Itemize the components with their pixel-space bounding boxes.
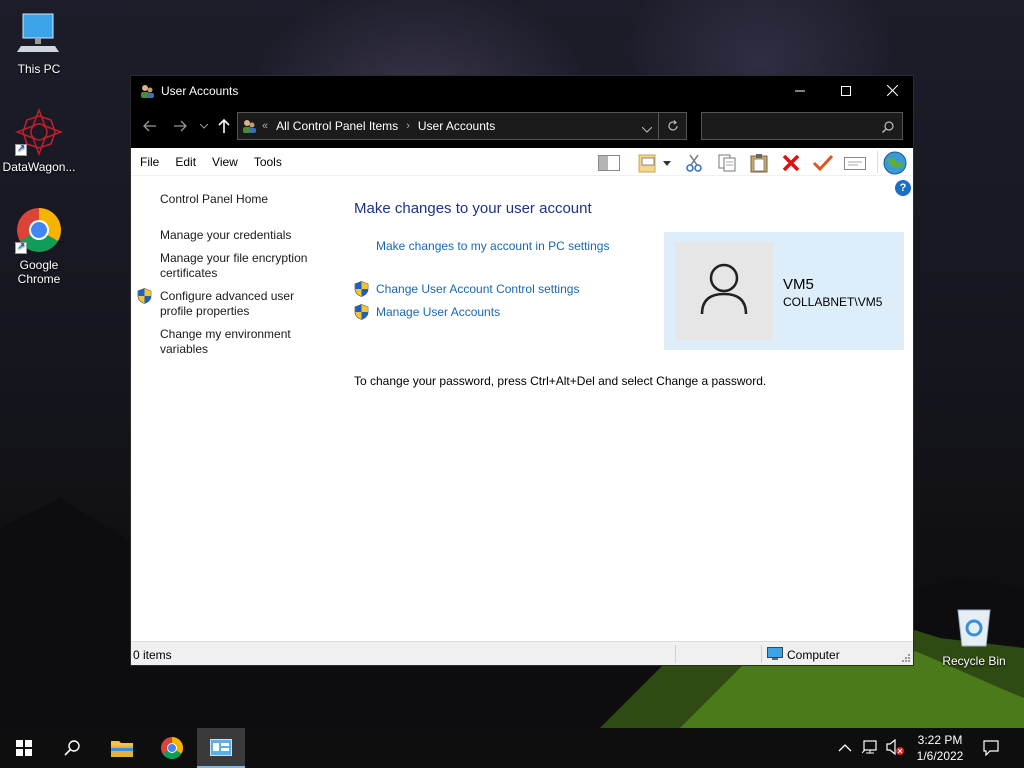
user-accounts-icon — [243, 120, 256, 133]
forward-button[interactable] — [169, 115, 191, 137]
user-name: VM5 — [783, 276, 814, 293]
computer-icon — [15, 10, 63, 58]
configure-profile-properties-link[interactable]: Configure advanced user profile properti… — [160, 289, 330, 319]
rename-icon[interactable] — [844, 152, 866, 174]
desktop-icon-google-chrome[interactable]: Google Chrome — [1, 206, 77, 286]
breadcrumb-chevron-icon[interactable]: › — [406, 120, 410, 132]
manage-credentials-link[interactable]: Manage your credentials — [160, 228, 330, 243]
address-dropdown-button[interactable] — [641, 122, 653, 136]
help-icon[interactable]: ? — [895, 180, 911, 196]
uac-shield-icon — [354, 304, 369, 320]
paste-icon[interactable] — [748, 152, 770, 174]
search-input[interactable] — [701, 112, 903, 140]
uac-settings-link[interactable]: Change User Account Control settings — [376, 282, 579, 296]
search-icon — [64, 740, 80, 756]
network-icon[interactable] — [861, 739, 880, 758]
desktop-icon-this-pc[interactable]: This PC — [1, 10, 77, 76]
taskbar-file-explorer[interactable] — [98, 728, 146, 768]
menu-tools[interactable]: Tools — [246, 155, 290, 169]
address-bar[interactable]: « All Control Panel Items › User Account… — [237, 112, 687, 140]
windows-logo-icon — [16, 740, 32, 756]
manage-user-accounts-link[interactable]: Manage User Accounts — [376, 305, 500, 319]
notifications-icon[interactable] — [983, 740, 999, 759]
uac-shield-icon — [354, 281, 369, 297]
desktop-icon-label: Google Chrome — [17, 258, 61, 286]
avatar — [675, 242, 773, 340]
control-panel-icon — [210, 739, 232, 756]
back-button[interactable] — [139, 115, 161, 137]
datawagon-icon — [14, 107, 64, 157]
maximize-button[interactable] — [823, 76, 869, 105]
shortcut-arrow-icon — [15, 142, 27, 156]
clock-date: 1/6/2022 — [916, 749, 964, 763]
pc-settings-link[interactable]: Make changes to my account in PC setting… — [376, 239, 609, 253]
computer-icon — [767, 647, 783, 660]
menu-bar: File Edit View Tools — [131, 148, 913, 176]
desktop-icon-label: This PC — [17, 62, 61, 76]
globe-icon[interactable] — [882, 151, 908, 175]
start-button[interactable] — [0, 728, 48, 768]
taskbar-user-accounts[interactable] — [197, 728, 245, 768]
resize-grip-icon[interactable] — [901, 653, 911, 663]
manage-encryption-certificates-link[interactable]: Manage your file encryption certificates — [160, 251, 330, 281]
uac-shield-icon — [137, 288, 152, 304]
change-view-icon[interactable] — [636, 152, 658, 174]
properties-check-icon[interactable] — [812, 152, 834, 174]
toolbar-divider — [877, 151, 878, 173]
user-accounts-window: User Accounts « All Control Panel Items … — [130, 75, 914, 666]
status-bar: 0 items Computer — [131, 641, 913, 665]
location-label: Computer — [787, 648, 840, 662]
status-divider — [675, 645, 676, 663]
item-count: 0 items — [133, 648, 172, 662]
recycle-bin-icon — [950, 602, 998, 650]
taskbar: 3:22 PM 1/6/2022 — [0, 728, 1024, 768]
volume-muted-icon[interactable] — [886, 738, 904, 758]
refresh-button[interactable] — [658, 113, 686, 139]
user-silhouette-icon — [700, 263, 748, 315]
breadcrumb-control-panel-items[interactable]: All Control Panel Items — [276, 119, 398, 133]
desktop-icon-label: DataWagon... — [2, 160, 76, 174]
search-button[interactable] — [48, 728, 96, 768]
show-hidden-icons-chevron-icon[interactable] — [838, 740, 852, 755]
window-title: User Accounts — [161, 83, 239, 98]
taskbar-chrome[interactable] — [148, 728, 196, 768]
change-password-hint: To change your password, press Ctrl+Alt+… — [354, 374, 767, 388]
navigation-bar: « All Control Panel Items › User Account… — [131, 105, 913, 148]
search-icon — [882, 121, 894, 133]
cut-icon[interactable] — [683, 152, 705, 174]
system-clock[interactable]: 3:22 PM 1/6/2022 — [910, 732, 970, 764]
address-overflow[interactable]: « — [262, 120, 268, 132]
change-environment-variables-link[interactable]: Change my environment variables — [160, 327, 330, 357]
preview-pane-icon[interactable] — [598, 152, 620, 174]
title-bar[interactable]: User Accounts — [131, 76, 913, 105]
desktop-icon-datawagon[interactable]: DataWagon... — [1, 107, 77, 174]
copy-icon[interactable] — [716, 152, 738, 174]
user-accounts-icon — [141, 84, 154, 98]
folder-icon — [111, 741, 133, 757]
delete-icon[interactable] — [780, 152, 802, 174]
status-divider — [761, 645, 762, 663]
up-button[interactable] — [213, 115, 235, 137]
clock-time: 3:22 PM — [917, 733, 963, 747]
shortcut-arrow-icon — [15, 240, 27, 254]
recent-locations-button[interactable] — [193, 115, 215, 137]
menu-file[interactable]: File — [131, 155, 167, 169]
view-dropdown-icon[interactable] — [661, 152, 673, 174]
breadcrumb-user-accounts[interactable]: User Accounts — [418, 119, 495, 133]
desktop-icon-recycle-bin[interactable]: Recycle Bin — [936, 602, 1012, 668]
desktop-icon-label: Recycle Bin — [942, 654, 1006, 668]
user-tile: VM5 COLLABNET\VM5 — [664, 232, 904, 350]
close-button[interactable] — [869, 76, 915, 105]
control-panel-home-link[interactable]: Control Panel Home — [160, 192, 330, 207]
chrome-icon — [15, 206, 63, 254]
content-area: Control Panel Home Manage your credentia… — [131, 176, 913, 642]
user-domain: COLLABNET\VM5 — [783, 295, 883, 309]
menu-edit[interactable]: Edit — [167, 155, 204, 169]
minimize-button[interactable] — [777, 76, 823, 105]
chrome-icon — [161, 737, 183, 759]
menu-view[interactable]: View — [204, 155, 246, 169]
page-title: Make changes to your user account — [354, 200, 592, 217]
